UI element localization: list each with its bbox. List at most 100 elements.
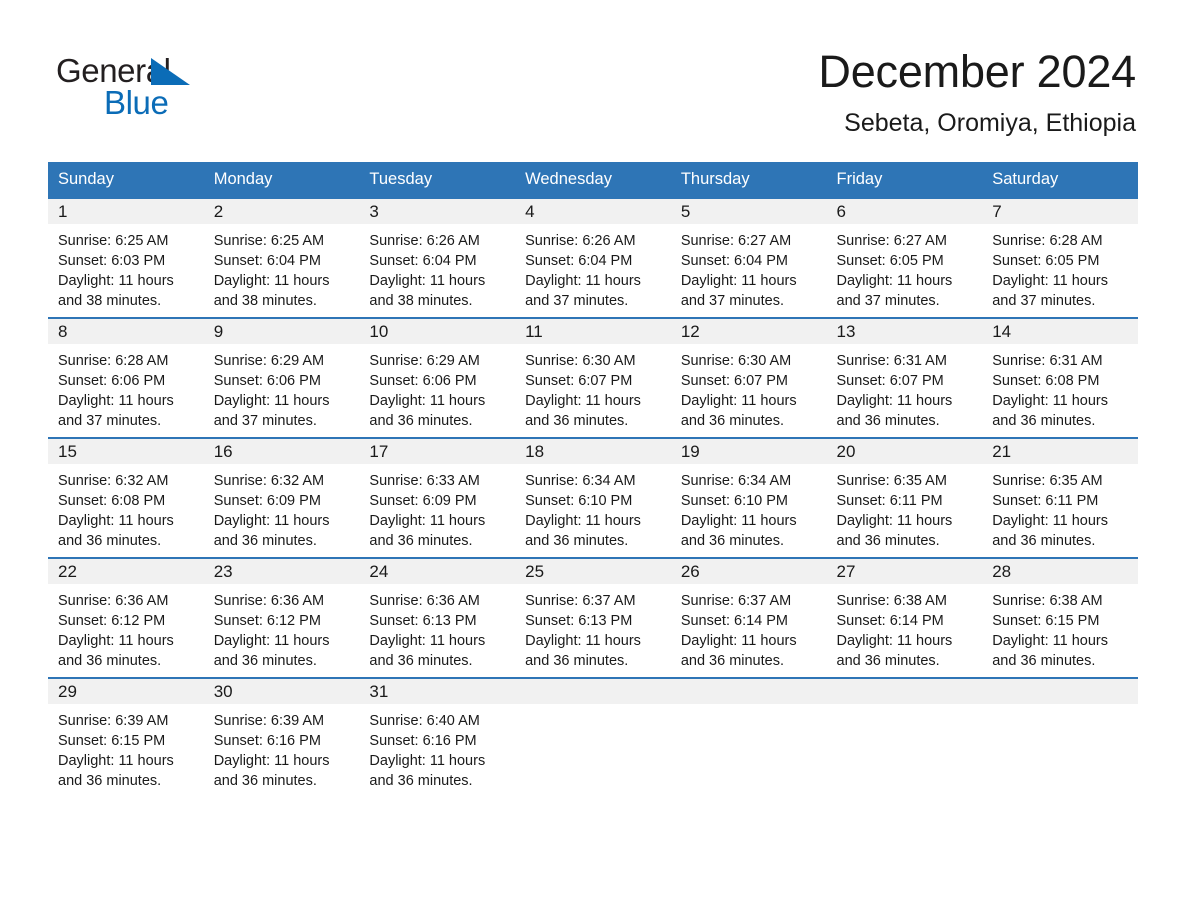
daylight-text-line1: Daylight: 11 hours [58, 632, 174, 649]
day-cell[interactable]: 19 Sunrise: 6:34 AM Sunset: 6:10 PM Dayl… [670, 436, 827, 558]
daylight-text-line1: Daylight: 11 hours [525, 632, 641, 649]
sunset-text: Sunset: 6:16 PM [213, 732, 321, 749]
day-number [515, 678, 671, 704]
daylight-text-line2: and 36 minutes. [369, 652, 473, 669]
daylight-text-line2: and 37 minutes. [525, 292, 629, 309]
sunrise-text: Sunrise: 6:34 AM [525, 472, 636, 489]
day-cell[interactable]: 30 Sunrise: 6:39 AM Sunset: 6:16 PM Dayl… [203, 676, 360, 797]
sunrise-text: Sunrise: 6:28 AM [58, 352, 169, 369]
sunrise-text: Sunrise: 6:40 AM [369, 712, 480, 729]
daylight-text-line2: and 38 minutes. [369, 292, 473, 309]
sunset-text: Sunset: 6:06 PM [369, 372, 477, 389]
day-cell-empty [515, 676, 671, 797]
day-number: 8 [48, 318, 204, 344]
day-number: 28 [982, 558, 1138, 584]
daylight-text-line2: and 36 minutes. [58, 652, 162, 669]
sunset-text: Sunset: 6:08 PM [992, 372, 1100, 389]
daylight-text-line1: Daylight: 11 hours [525, 512, 641, 529]
sunrise-text: Sunrise: 6:36 AM [213, 592, 325, 609]
day-cell[interactable]: 27 Sunrise: 6:38 AM Sunset: 6:14 PM Dayl… [826, 556, 983, 678]
day-cell[interactable]: 13 Sunrise: 6:31 AM Sunset: 6:07 PM Dayl… [826, 316, 983, 438]
day-cell[interactable]: 29 Sunrise: 6:39 AM Sunset: 6:15 PM Dayl… [48, 676, 204, 797]
day-cell[interactable]: 6 Sunrise: 6:27 AM Sunset: 6:05 PM Dayli… [826, 198, 983, 318]
sunset-text: Sunset: 6:13 PM [369, 612, 477, 629]
day-cell[interactable]: 4 Sunrise: 6:26 AM Sunset: 6:04 PM Dayli… [515, 198, 671, 318]
weekday-header-sunday: Sunday [48, 161, 204, 199]
calendar-body: 1 Sunrise: 6:25 AM Sunset: 6:03 PM Dayli… [48, 198, 1138, 797]
sunrise-text: Sunrise: 6:25 AM [58, 232, 169, 249]
day-number: 19 [670, 438, 827, 464]
day-cell[interactable]: 26 Sunrise: 6:37 AM Sunset: 6:14 PM Dayl… [670, 556, 827, 678]
day-cell[interactable]: 3 Sunrise: 6:26 AM Sunset: 6:04 PM Dayli… [359, 198, 516, 318]
sunset-text: Sunset: 6:04 PM [680, 252, 789, 269]
sunrise-text: Sunrise: 6:29 AM [213, 352, 325, 369]
day-cell[interactable]: 20 Sunrise: 6:35 AM Sunset: 6:11 PM Dayl… [826, 436, 983, 558]
day-number: 26 [670, 558, 827, 584]
daylight-text-line1: Daylight: 11 hours [836, 272, 953, 289]
sunrise-text: Sunrise: 6:36 AM [58, 592, 169, 609]
day-cell[interactable]: 11 Sunrise: 6:30 AM Sunset: 6:07 PM Dayl… [515, 316, 671, 438]
daylight-text-line1: Daylight: 11 hours [58, 512, 174, 529]
sunset-text: Sunset: 6:16 PM [369, 732, 477, 749]
daylight-text-line1: Daylight: 11 hours [58, 392, 174, 409]
day-cell[interactable]: 7 Sunrise: 6:28 AM Sunset: 6:05 PM Dayli… [982, 198, 1138, 318]
sunrise-text: Sunrise: 6:30 AM [525, 352, 636, 369]
page-title: December 2024 [818, 46, 1136, 97]
daylight-text-line1: Daylight: 11 hours [213, 752, 330, 769]
day-cell[interactable]: 1 Sunrise: 6:25 AM Sunset: 6:03 PM Dayli… [48, 198, 204, 318]
day-cell[interactable]: 21 Sunrise: 6:35 AM Sunset: 6:11 PM Dayl… [982, 436, 1138, 558]
day-cell[interactable]: 18 Sunrise: 6:34 AM Sunset: 6:10 PM Dayl… [515, 436, 671, 558]
day-cell[interactable]: 8 Sunrise: 6:28 AM Sunset: 6:06 PM Dayli… [48, 316, 204, 438]
location-subtitle: Sebeta, Oromiya, Ethiopia [844, 108, 1136, 137]
day-cell-empty [826, 676, 983, 797]
daylight-text-line1: Daylight: 11 hours [58, 752, 174, 769]
day-number: 4 [515, 198, 671, 224]
day-cell[interactable]: 31 Sunrise: 6:40 AM Sunset: 6:16 PM Dayl… [359, 676, 516, 797]
sunrise-text: Sunrise: 6:37 AM [525, 592, 636, 609]
sunrise-text: Sunrise: 6:36 AM [369, 592, 480, 609]
daylight-text-line2: and 36 minutes. [992, 532, 1096, 549]
day-number [670, 678, 827, 704]
day-cell[interactable]: 12 Sunrise: 6:30 AM Sunset: 6:07 PM Dayl… [670, 316, 827, 438]
day-number: 27 [826, 558, 983, 584]
day-cell[interactable]: 25 Sunrise: 6:37 AM Sunset: 6:13 PM Dayl… [515, 556, 671, 678]
day-cell[interactable]: 15 Sunrise: 6:32 AM Sunset: 6:08 PM Dayl… [48, 436, 204, 558]
day-number: 2 [203, 198, 360, 224]
weekday-header-friday: Friday [826, 161, 983, 199]
sunset-text: Sunset: 6:10 PM [680, 492, 789, 509]
daylight-text-line2: and 36 minutes. [836, 412, 940, 429]
day-number: 10 [359, 318, 516, 344]
sunrise-text: Sunrise: 6:27 AM [680, 232, 792, 249]
daylight-text-line1: Daylight: 11 hours [992, 272, 1109, 289]
day-cell[interactable]: 22 Sunrise: 6:36 AM Sunset: 6:12 PM Dayl… [48, 556, 204, 678]
daylight-text-line2: and 36 minutes. [992, 652, 1096, 669]
sunset-text: Sunset: 6:05 PM [836, 252, 944, 269]
daylight-text-line1: Daylight: 11 hours [992, 392, 1109, 409]
daylight-text-line2: and 36 minutes. [680, 652, 784, 669]
sunset-text: Sunset: 6:10 PM [525, 492, 633, 509]
sunrise-text: Sunrise: 6:37 AM [680, 592, 792, 609]
day-cell[interactable]: 9 Sunrise: 6:29 AM Sunset: 6:06 PM Dayli… [203, 316, 360, 438]
day-number: 3 [359, 198, 516, 224]
daylight-text-line1: Daylight: 11 hours [836, 512, 953, 529]
day-cell-empty [982, 676, 1138, 797]
day-cell[interactable]: 16 Sunrise: 6:32 AM Sunset: 6:09 PM Dayl… [203, 436, 360, 558]
day-cell[interactable]: 28 Sunrise: 6:38 AM Sunset: 6:15 PM Dayl… [982, 556, 1138, 678]
day-cell[interactable]: 5 Sunrise: 6:27 AM Sunset: 6:04 PM Dayli… [670, 198, 827, 318]
day-cell[interactable]: 10 Sunrise: 6:29 AM Sunset: 6:06 PM Dayl… [359, 316, 516, 438]
daylight-text-line1: Daylight: 11 hours [369, 392, 486, 409]
daylight-text-line1: Daylight: 11 hours [213, 392, 330, 409]
day-cell[interactable]: 24 Sunrise: 6:36 AM Sunset: 6:13 PM Dayl… [359, 556, 516, 678]
daylight-text-line2: and 38 minutes. [213, 292, 317, 309]
daylight-text-line2: and 36 minutes. [525, 412, 629, 429]
sunrise-text: Sunrise: 6:30 AM [680, 352, 792, 369]
day-cell[interactable]: 14 Sunrise: 6:31 AM Sunset: 6:08 PM Dayl… [982, 316, 1138, 438]
daylight-text-line1: Daylight: 11 hours [992, 512, 1109, 529]
day-number: 9 [203, 318, 360, 344]
day-cell[interactable]: 23 Sunrise: 6:36 AM Sunset: 6:12 PM Dayl… [203, 556, 360, 678]
day-cell[interactable]: 2 Sunrise: 6:25 AM Sunset: 6:04 PM Dayli… [203, 198, 360, 318]
day-number [826, 678, 983, 704]
day-cell[interactable]: 17 Sunrise: 6:33 AM Sunset: 6:09 PM Dayl… [359, 436, 516, 558]
daylight-text-line2: and 37 minutes. [680, 292, 784, 309]
day-number: 13 [826, 318, 983, 344]
